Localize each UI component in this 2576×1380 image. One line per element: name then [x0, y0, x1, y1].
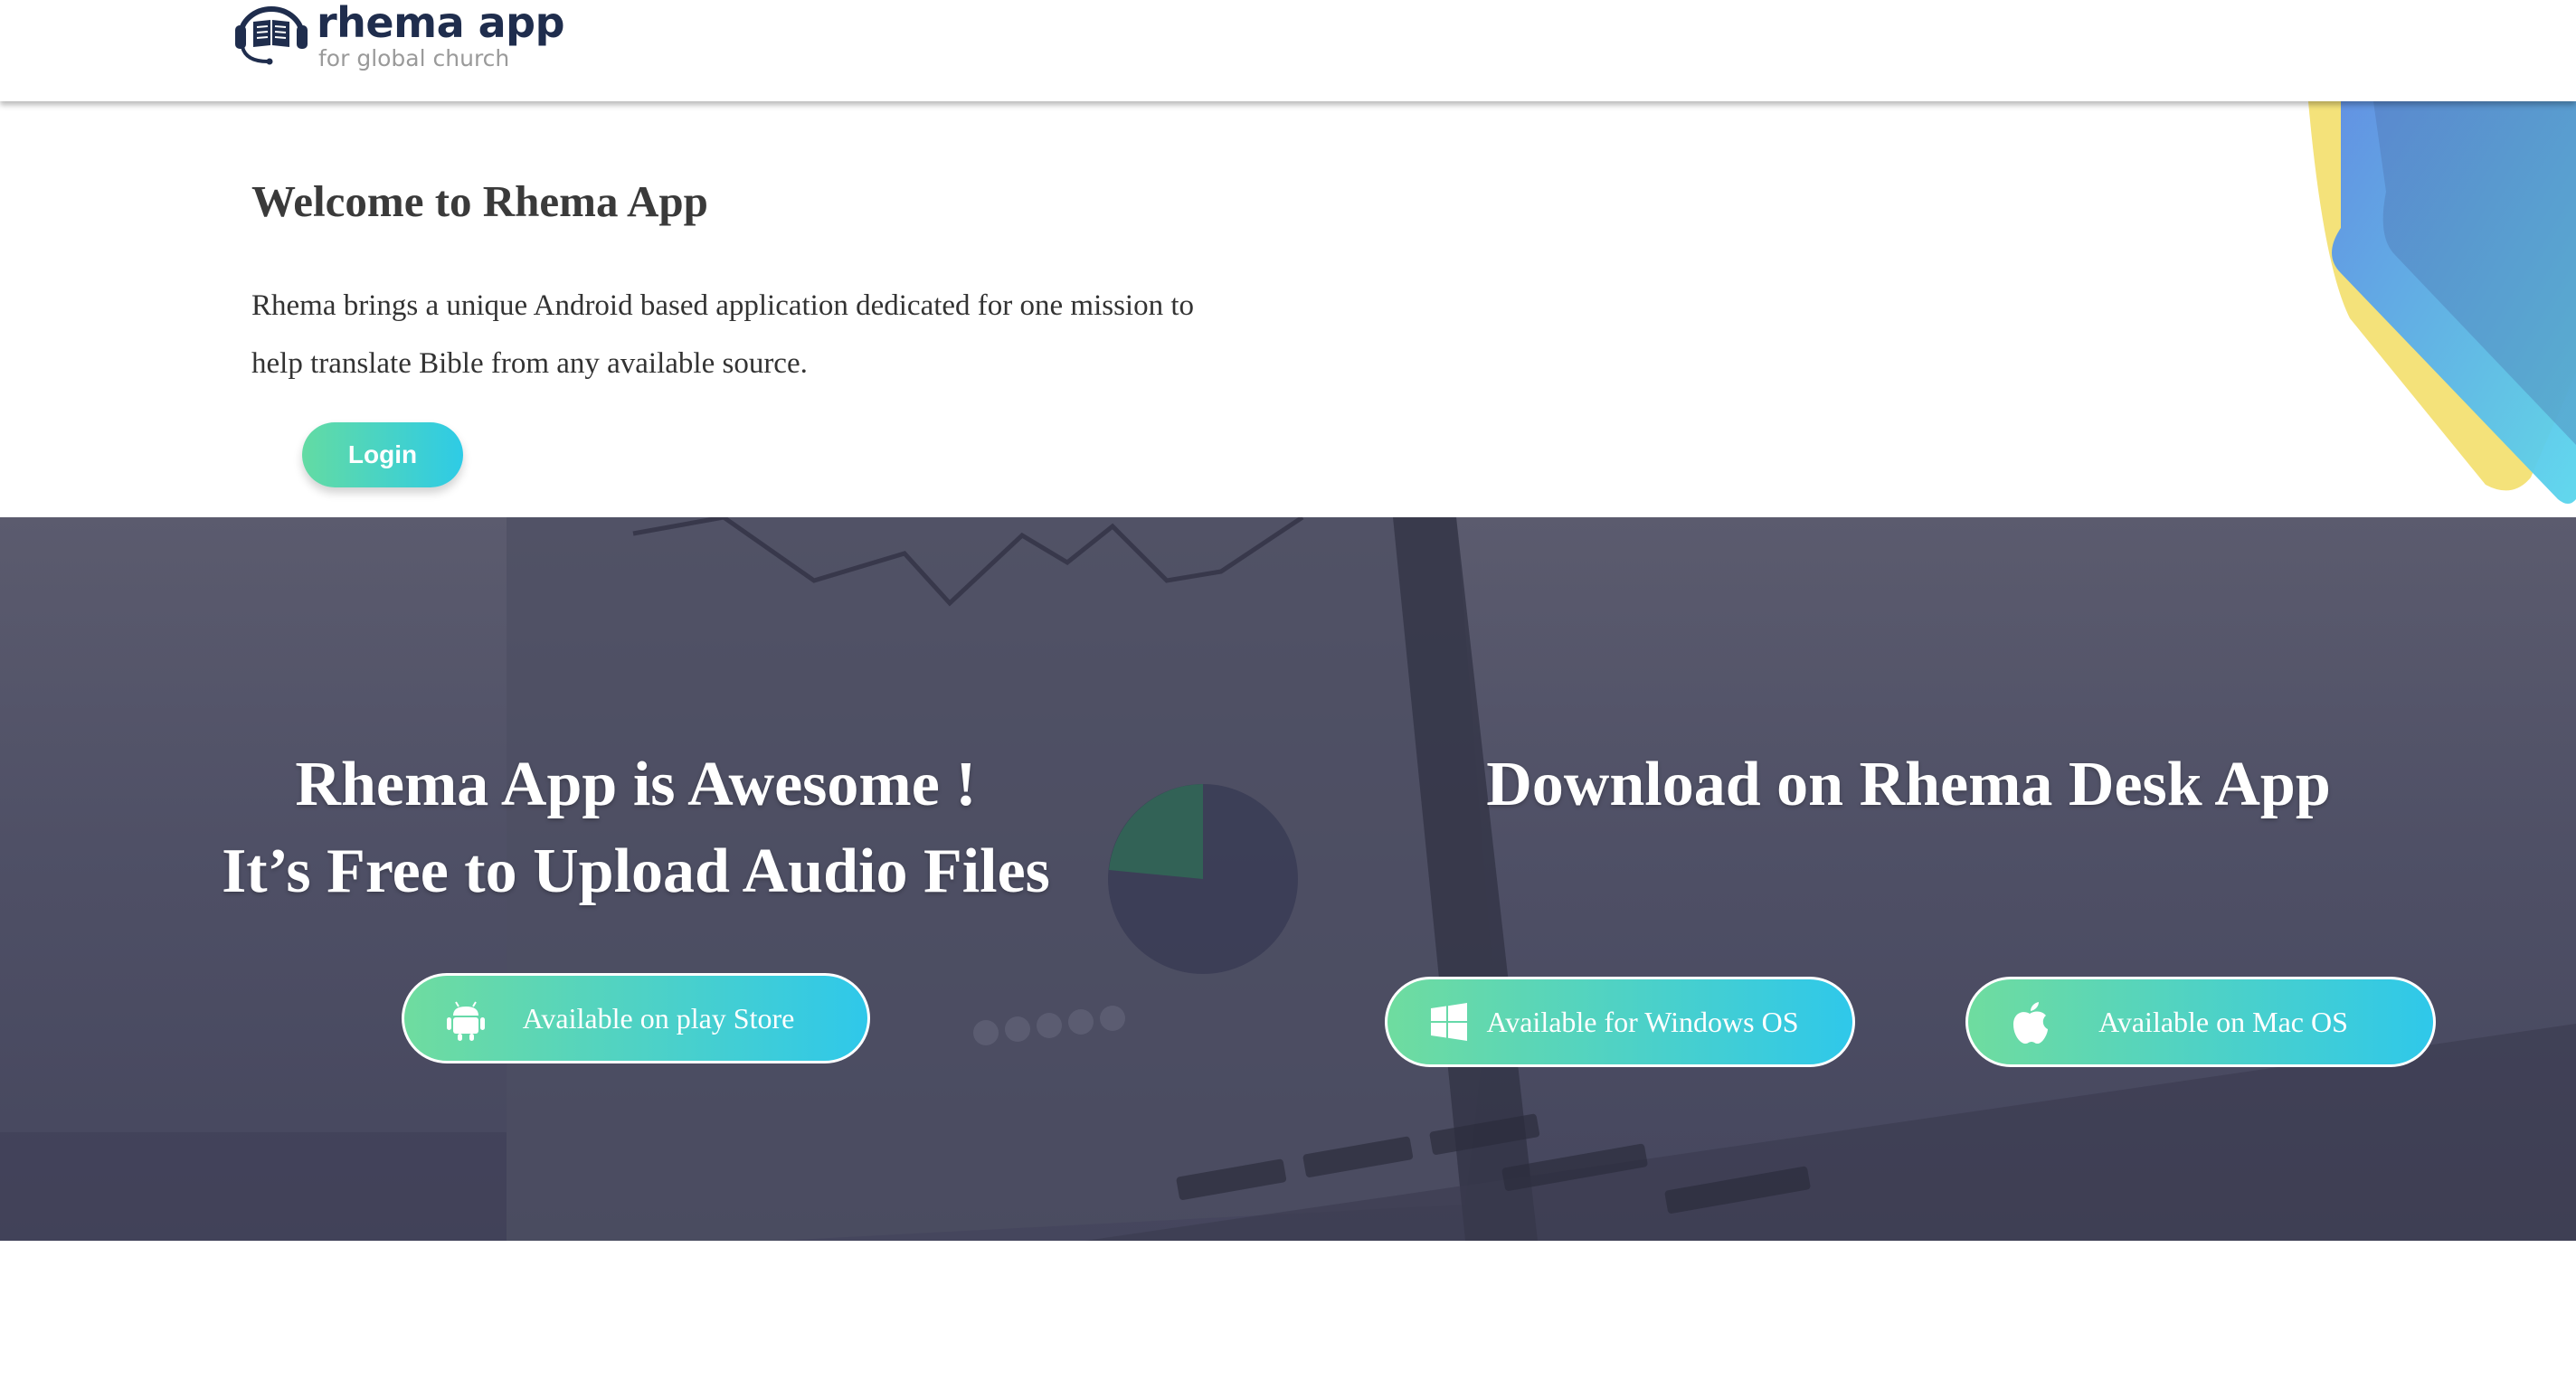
welcome-section: Welcome to Rhema App Rhema brings a uniq… [0, 101, 2576, 517]
mac-download-button[interactable]: Available on Mac OS [1965, 977, 2436, 1067]
mac-download-label: Available on Mac OS [2098, 1005, 2348, 1038]
brand-logo[interactable]: rhema app for global church [232, 0, 565, 74]
bible-headset-icon [235, 6, 308, 65]
login-button[interactable]: Login [302, 422, 463, 487]
brand-name: rhema app [317, 0, 565, 47]
welcome-title: Welcome to Rhema App [251, 176, 708, 226]
windows-download-button[interactable]: Available for Windows OS [1385, 977, 1855, 1067]
hero-right-heading: Download on Rhema Desk App [1486, 750, 2331, 819]
download-section: Rhema App is Awesome ! It’s Free to Uplo… [0, 517, 2576, 1241]
hero-left-heading-line2: It’s Free to Upload Audio Files [222, 837, 1050, 906]
brand-tagline: for global church [318, 45, 510, 71]
play-store-label: Available on play Store [522, 1001, 795, 1035]
welcome-description: Rhema brings a unique Android based appl… [251, 289, 1195, 380]
windows-download-label: Available for Windows OS [1486, 1005, 1799, 1038]
play-store-button[interactable]: Available on play Store [402, 973, 870, 1063]
hero-left-heading-line1: Rhema App is Awesome ! [295, 750, 977, 819]
decorative-cards-graphic [2308, 101, 2576, 504]
top-navbar: rhema app for global church [0, 0, 2576, 101]
